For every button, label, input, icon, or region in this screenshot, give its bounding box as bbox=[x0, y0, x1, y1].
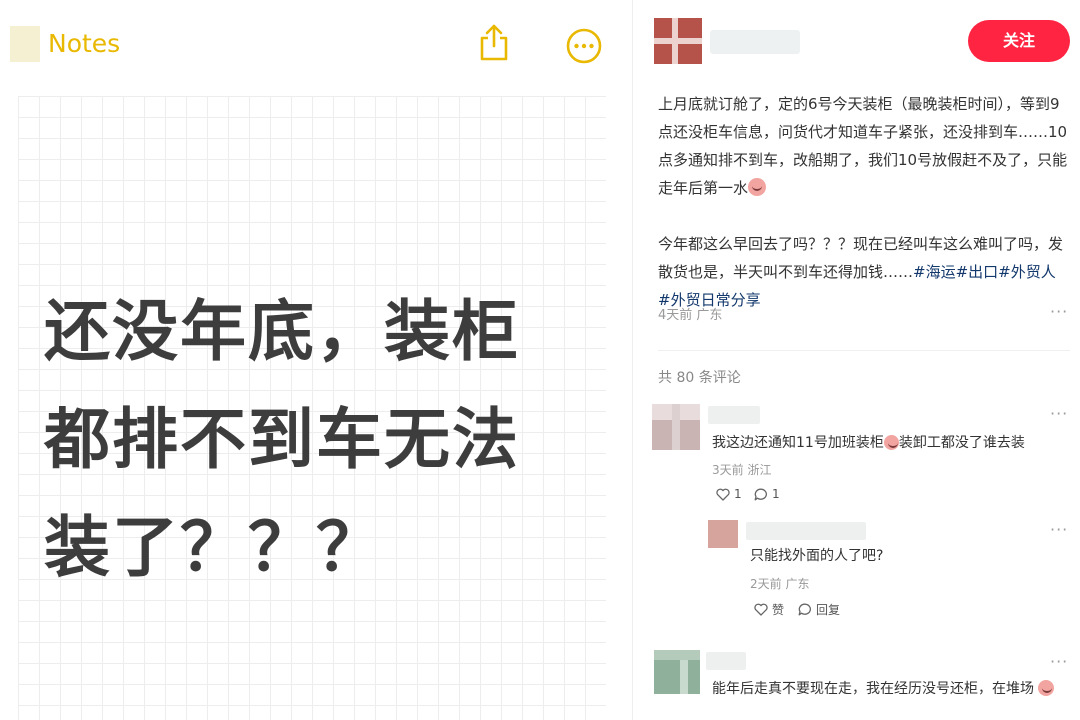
heart-icon bbox=[754, 603, 768, 616]
comment-more-button[interactable]: ··· bbox=[1050, 652, 1068, 671]
reply-avatar[interactable] bbox=[708, 520, 738, 548]
reply-like-button[interactable]: 赞 bbox=[754, 601, 784, 618]
reply-text: 只能找外面的人了吧? bbox=[750, 548, 884, 564]
hashtag[interactable]: #海运 bbox=[913, 263, 956, 281]
share-icon[interactable] bbox=[474, 22, 514, 62]
back-block-icon[interactable] bbox=[10, 26, 40, 62]
more-icon[interactable] bbox=[564, 26, 604, 66]
post-panel: 关注 上月底就订舱了，定的6号今天装柜（最晚装柜时间），等到9点还没柜车信息，问… bbox=[640, 0, 1080, 720]
reply-author-blurred[interactable] bbox=[746, 522, 866, 540]
comment-bubble-icon bbox=[754, 488, 767, 500]
comment-reply-button[interactable]: 1 bbox=[754, 487, 780, 501]
hashtag[interactable]: #出口 bbox=[956, 263, 999, 281]
follow-button[interactable]: 关注 bbox=[968, 20, 1070, 62]
comment-author-blurred[interactable] bbox=[706, 652, 746, 670]
post-meta: 4天前 广东 bbox=[658, 308, 723, 323]
comment-more-button[interactable]: ··· bbox=[1050, 404, 1068, 423]
panel-divider bbox=[632, 0, 633, 720]
section-divider bbox=[658, 350, 1070, 351]
heart-icon bbox=[716, 488, 730, 501]
comment-avatar[interactable] bbox=[654, 650, 700, 694]
author-avatar[interactable] bbox=[654, 18, 702, 64]
crying-emoji-icon bbox=[883, 435, 899, 450]
notes-image: Notes 还没年底，装柜 都排不到车无法 装了？？？ bbox=[0, 0, 632, 720]
comment-like-button[interactable]: 1 bbox=[716, 487, 742, 501]
comment-text: 我这边还通知11号加班装柜 装卸工都没了谁去装 bbox=[712, 435, 1025, 451]
post-paragraph: 上月底就订舱了，定的6号今天装柜（最晚装柜时间），等到9点还没柜车信息，问货代才… bbox=[658, 95, 1068, 197]
crying-emoji-icon bbox=[748, 178, 767, 196]
notes-title[interactable]: Notes bbox=[48, 29, 120, 58]
comment-count: 共 80 条评论 bbox=[658, 370, 741, 386]
note-line: 都排不到车无法 bbox=[44, 401, 520, 478]
comment-avatar[interactable] bbox=[652, 404, 700, 450]
hashtag[interactable]: #外贸人 bbox=[998, 263, 1056, 281]
note-line: 装了？？？ bbox=[44, 509, 384, 586]
post-more-button[interactable]: ··· bbox=[1050, 302, 1068, 321]
reply-more-button[interactable]: ··· bbox=[1050, 520, 1068, 539]
note-body: 还没年底，装柜 都排不到车无法 装了？？？ bbox=[44, 278, 604, 602]
comment-text: 能年后走真不要现在走，我在经历没号还柜，在堆场 bbox=[712, 676, 1064, 700]
note-line: 还没年底，装柜 bbox=[44, 293, 520, 370]
comment-bubble-icon bbox=[798, 603, 811, 616]
author-name-blurred[interactable] bbox=[710, 30, 800, 54]
reply-reply-button[interactable]: 回复 bbox=[798, 601, 840, 618]
reply-meta: 2天前 广东 bbox=[750, 577, 810, 591]
crying-emoji-icon bbox=[1038, 680, 1055, 696]
comment-meta: 3天前 浙江 bbox=[712, 463, 772, 477]
post-paragraph: 今年都这么早回去了吗？？？现在已经叫车这么难叫了吗，发散货也是，半天叫不到车还得… bbox=[658, 235, 1064, 309]
comment-author-blurred[interactable] bbox=[708, 406, 760, 424]
notes-toolbar: Notes bbox=[0, 0, 632, 90]
